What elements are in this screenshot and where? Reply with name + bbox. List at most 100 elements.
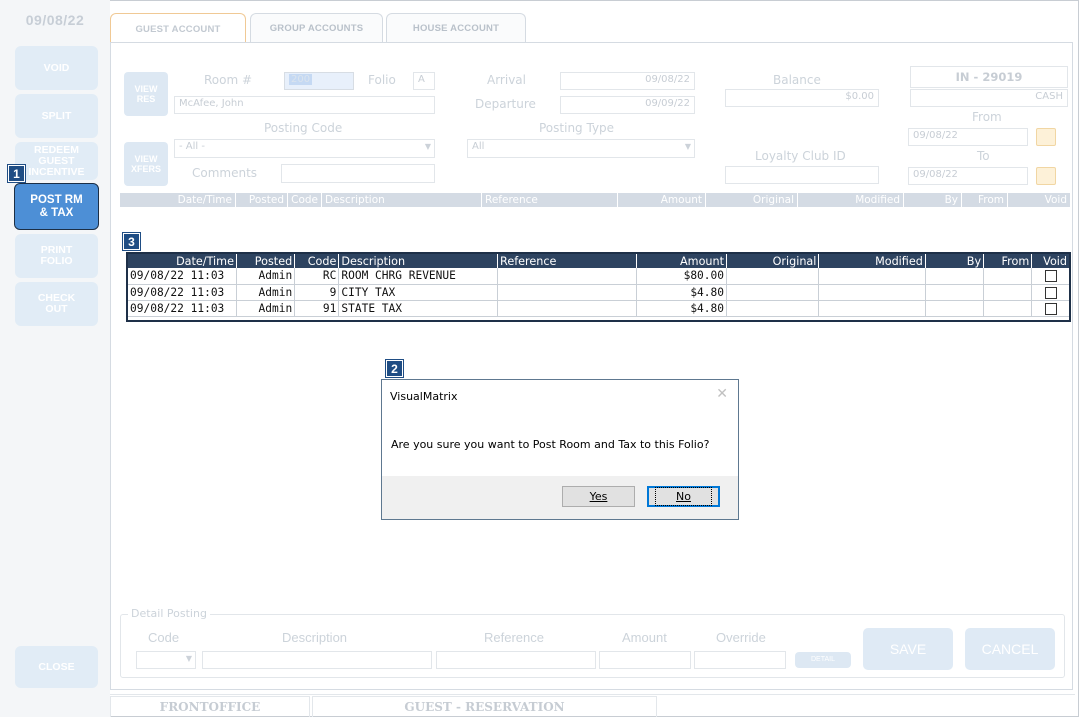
cell-datetime: 09/08/22 11:03 [128,300,237,317]
tab-group-accounts[interactable]: GROUP ACCOUNTS [250,13,383,43]
confirm-dialog: VisualMatrix ✕ Are you sure you want to … [381,379,739,520]
cell-void [1031,284,1069,301]
faded-header-modified: Modified [798,193,904,207]
cell-amount: $4.80 [636,284,728,301]
tab-guest-account[interactable]: GUEST ACCOUNT [110,13,246,44]
cell-datetime: 09/08/22 11:03 [128,284,237,301]
check-out-button[interactable]: CHECK OUT [15,282,98,326]
step-marker-2: 2 [386,360,403,377]
faded-header-datetime: Date/Time [120,193,236,207]
cell-original [726,300,820,317]
cell-reference [497,268,637,285]
col-from[interactable]: From [983,254,1033,268]
close-icon[interactable]: ✕ [716,386,728,402]
cell-datetime: 09/08/22 11:03 [128,268,237,285]
detail-code-select[interactable]: ▼ [136,651,196,669]
module-tab-frontoffice[interactable]: FRONTOFFICE [110,696,310,717]
detail-override-label: Override [716,630,766,645]
print-folio-button[interactable]: PRINT FOLIO [15,234,98,278]
business-date: 09/08/22 [25,12,85,28]
cell-code: RC [294,268,340,285]
cell-void [1031,300,1069,317]
col-by[interactable]: By [925,254,985,268]
cell-from [983,284,1033,301]
cancel-button[interactable]: CANCEL [965,628,1055,670]
detail-code-label: Code [148,630,180,645]
posting-type-label: Posting Type [539,121,615,135]
detail-amount-label: Amount [622,630,667,645]
cell-by [925,268,985,285]
view-res-button[interactable]: VIEW RES [124,72,168,116]
faded-table-header: Date/Time Posted Code Description Refere… [120,193,1070,207]
cell-description: ROOM CHRG REVENUE [338,268,499,285]
detail-amount-input[interactable] [599,651,691,669]
col-amount[interactable]: Amount [636,254,728,268]
chevron-down-icon: ▼ [185,654,192,663]
cell-reference [497,284,637,301]
col-original[interactable]: Original [726,254,820,268]
loyalty-club-input[interactable] [725,166,879,184]
save-button[interactable]: SAVE [863,628,953,670]
step-marker-3: 3 [123,233,140,250]
void-button[interactable]: VOID [15,46,98,90]
void-checkbox[interactable] [1044,286,1057,299]
table-row[interactable]: 09/08/22 11:03 Admin RC ROOM CHRG REVENU… [128,268,1069,285]
faded-header-by: By [904,193,962,207]
cell-code: 9 [294,284,340,301]
no-button[interactable]: No [647,486,720,507]
detail-reference-input[interactable] [436,651,596,669]
calendar-icon[interactable] [1036,167,1056,185]
posting-code-select[interactable]: - All - ▼ [174,139,435,158]
departure-field: 09/09/22 [560,96,695,114]
to-date-input[interactable]: 09/08/22 [908,167,1028,185]
redeem-incentive-button[interactable]: REDEEM GUEST INCENTIVE [15,142,98,180]
faded-header-original: Original [706,193,798,207]
room-number-input[interactable]: 200 [284,72,354,90]
tab-house-account[interactable]: HOUSE ACCOUNT [386,13,526,43]
col-description[interactable]: Description [338,254,499,268]
yes-button-label: Yes [589,490,608,503]
detail-description-input[interactable] [202,651,432,669]
detail-override-input[interactable] [694,651,786,669]
table-row[interactable]: 09/08/22 11:03 Admin 9 CITY TAX $4.80 [128,284,1069,301]
col-void[interactable]: Void [1031,254,1069,268]
detail-button[interactable]: DETAIL [795,652,851,668]
faded-header-void: Void [1044,194,1067,206]
cell-code: 91 [294,300,340,317]
cell-posted: Admin [236,284,296,301]
col-reference[interactable]: Reference [497,254,637,268]
post-room-tax-button[interactable]: POST RM & TAX [14,183,99,230]
yes-button[interactable]: Yes [562,486,635,507]
arrival-label: Arrival [487,73,526,87]
postings-grid: Date/Time Posted Code Description Refere… [126,252,1071,322]
cell-modified [818,284,926,301]
cell-original [726,284,820,301]
cell-void [1031,268,1069,285]
close-button[interactable]: CLOSE [15,646,98,688]
grid-header-row: Date/Time Posted Code Description Refere… [128,254,1069,268]
table-row[interactable]: 09/08/22 11:03 Admin 91 STATE TAX $4.80 [128,300,1069,317]
comments-label: Comments [192,166,258,180]
calendar-icon[interactable] [1036,128,1056,146]
view-xfers-button[interactable]: VIEW XFERS [124,142,168,186]
col-posted[interactable]: Posted [236,254,296,268]
faded-header-code: Code [288,193,322,207]
cell-by [925,284,985,301]
folio-input[interactable]: A [413,72,435,90]
col-datetime[interactable]: Date/Time [128,254,237,268]
arrival-field: 09/08/22 [560,72,695,90]
folio-label: Folio [368,73,396,87]
module-tab-guest-reservation[interactable]: GUEST - RESERVATION [312,696,657,717]
from-label: From [972,110,1002,124]
col-code[interactable]: Code [294,254,340,268]
loyalty-label: Loyalty Club ID [755,149,846,163]
col-modified[interactable]: Modified [818,254,926,268]
posting-type-select[interactable]: All ▼ [467,139,695,158]
void-checkbox[interactable] [1044,270,1057,283]
from-date-input[interactable]: 09/08/22 [908,128,1028,146]
cell-amount: $80.00 [636,268,728,285]
void-checkbox[interactable] [1044,302,1057,315]
split-button[interactable]: SPLIT [15,94,98,138]
cell-posted: Admin [236,300,296,317]
comments-input[interactable] [281,164,435,183]
